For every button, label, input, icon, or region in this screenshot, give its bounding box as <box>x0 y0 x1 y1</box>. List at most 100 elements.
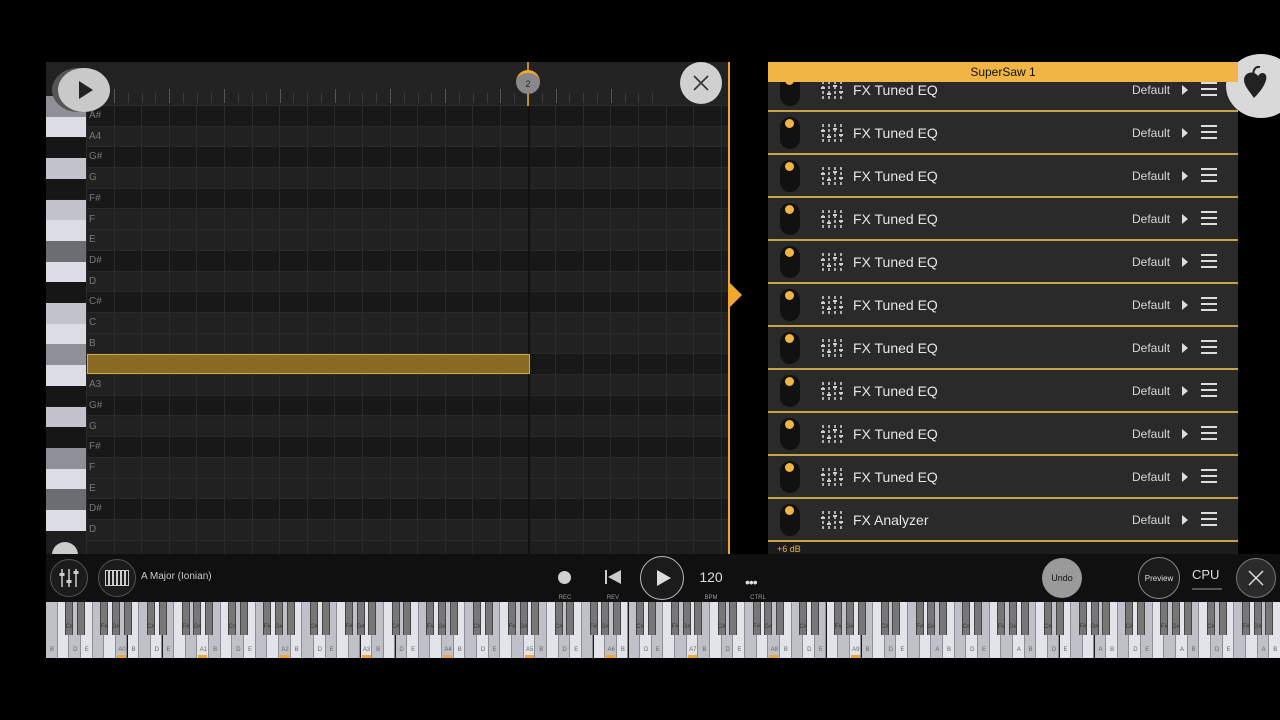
preset-arrow-icon[interactable] <box>1182 128 1188 138</box>
piano-key[interactable] <box>46 240 86 262</box>
piano-key[interactable] <box>46 427 86 448</box>
black-key[interactable] <box>1253 602 1262 635</box>
grid-row[interactable] <box>86 333 728 355</box>
preset-arrow-icon[interactable] <box>1182 429 1188 439</box>
black-key[interactable] <box>275 602 283 635</box>
grid-row[interactable] <box>86 250 728 272</box>
black-key[interactable] <box>263 602 272 635</box>
fx-slot[interactable]: FX Tuned EQ Default <box>768 284 1238 327</box>
black-key[interactable] <box>892 602 901 635</box>
black-key[interactable] <box>391 602 400 635</box>
fx-slot[interactable]: FX Tuned EQ Default <box>768 198 1238 241</box>
preset-label[interactable]: Default <box>1132 241 1170 284</box>
black-key[interactable] <box>123 602 132 635</box>
black-key[interactable] <box>193 602 202 635</box>
preset-label[interactable]: Default <box>1132 499 1170 542</box>
grid-row[interactable] <box>86 168 728 189</box>
grid-row[interactable] <box>86 499 728 520</box>
mix-knob[interactable] <box>780 504 800 536</box>
preset-arrow-icon[interactable] <box>1182 257 1188 267</box>
piano-key[interactable] <box>46 282 86 303</box>
piano-key[interactable] <box>46 137 86 159</box>
piano-key[interactable] <box>46 468 86 490</box>
menu-icon[interactable] <box>1201 254 1217 268</box>
black-key[interactable] <box>845 602 854 635</box>
transport-play-button[interactable] <box>640 556 684 600</box>
menu-icon[interactable] <box>1201 383 1217 397</box>
black-key[interactable] <box>1055 602 1064 635</box>
black-key[interactable] <box>939 602 948 635</box>
undo-button[interactable]: Undo <box>1042 558 1082 598</box>
close-button[interactable] <box>1236 558 1276 598</box>
piano-key[interactable] <box>46 365 86 386</box>
black-key[interactable] <box>205 602 214 635</box>
black-key[interactable] <box>752 602 761 635</box>
piano-key[interactable] <box>46 489 86 510</box>
note-grid[interactable] <box>86 106 728 554</box>
black-key[interactable] <box>1172 602 1181 635</box>
grid-row[interactable] <box>86 478 728 500</box>
scale-label[interactable]: A Major (Ionian) <box>141 571 212 582</box>
preset-arrow-icon[interactable] <box>1182 85 1188 95</box>
black-key[interactable] <box>321 602 330 635</box>
black-key[interactable] <box>857 602 866 635</box>
grid-row[interactable] <box>86 147 728 169</box>
black-key[interactable] <box>508 602 516 635</box>
preset-label[interactable]: Default <box>1132 370 1170 413</box>
preset-arrow-icon[interactable] <box>1182 171 1188 181</box>
black-key[interactable] <box>438 602 447 635</box>
mix-knob[interactable] <box>780 461 800 493</box>
collapse-arrow-icon[interactable] <box>730 283 742 307</box>
preset-arrow-icon[interactable] <box>1182 515 1188 525</box>
black-key[interactable] <box>1241 602 1250 635</box>
menu-icon[interactable] <box>1201 469 1217 483</box>
black-key[interactable] <box>240 602 249 635</box>
grid-row[interactable] <box>86 188 728 210</box>
mix-knob[interactable] <box>780 203 800 235</box>
piano-key[interactable] <box>46 199 86 221</box>
mix-knob[interactable] <box>780 375 800 407</box>
black-key[interactable] <box>880 602 889 635</box>
black-key[interactable] <box>1102 602 1111 635</box>
piano-key[interactable] <box>46 220 86 241</box>
black-key[interactable] <box>1265 602 1274 635</box>
black-key[interactable] <box>181 602 190 635</box>
fx-slot[interactable]: FX Tuned EQ Default <box>768 112 1238 155</box>
record-button[interactable]: REC <box>550 562 580 602</box>
fx-slot[interactable]: FX Tuned EQ Default <box>768 241 1238 284</box>
piano-key[interactable] <box>46 303 86 324</box>
menu-icon[interactable] <box>1201 82 1217 96</box>
black-key[interactable] <box>1043 602 1052 635</box>
black-key[interactable] <box>962 602 971 635</box>
black-key[interactable] <box>566 602 575 635</box>
midi-note[interactable] <box>87 354 530 375</box>
black-key[interactable] <box>927 602 936 635</box>
piano-keys-vertical[interactable] <box>46 96 86 554</box>
black-key[interactable] <box>158 602 167 635</box>
black-key[interactable] <box>146 602 155 635</box>
black-key[interactable] <box>671 602 680 635</box>
menu-icon[interactable] <box>1201 297 1217 311</box>
black-key[interactable] <box>589 602 598 635</box>
menu-icon[interactable] <box>1201 426 1217 440</box>
piano-key[interactable] <box>46 344 86 366</box>
piano-key[interactable] <box>46 510 86 531</box>
mix-knob[interactable] <box>780 418 800 450</box>
fx-slot[interactable]: FX Analyzer Default <box>768 499 1238 542</box>
black-key[interactable] <box>368 602 377 635</box>
preset-arrow-icon[interactable] <box>1182 214 1188 224</box>
fx-slot[interactable]: FX Tuned EQ Default <box>768 327 1238 370</box>
mixer-button[interactable] <box>50 559 88 597</box>
grid-row[interactable] <box>86 416 728 438</box>
piano-roll[interactable]: 2 A#A4G#GF#FED#DC#CBA#A3G#GF#FED#D <box>46 62 728 554</box>
grid-row[interactable] <box>86 230 728 251</box>
preset-label[interactable]: Default <box>1132 155 1170 198</box>
grid-row[interactable] <box>86 271 728 293</box>
black-key[interactable] <box>228 602 237 635</box>
black-key[interactable] <box>1183 602 1192 635</box>
black-key[interactable] <box>344 602 353 635</box>
black-key[interactable] <box>484 602 493 635</box>
piano-key[interactable] <box>46 323 86 345</box>
roll-close-button[interactable] <box>680 62 722 104</box>
black-key[interactable] <box>111 602 120 635</box>
